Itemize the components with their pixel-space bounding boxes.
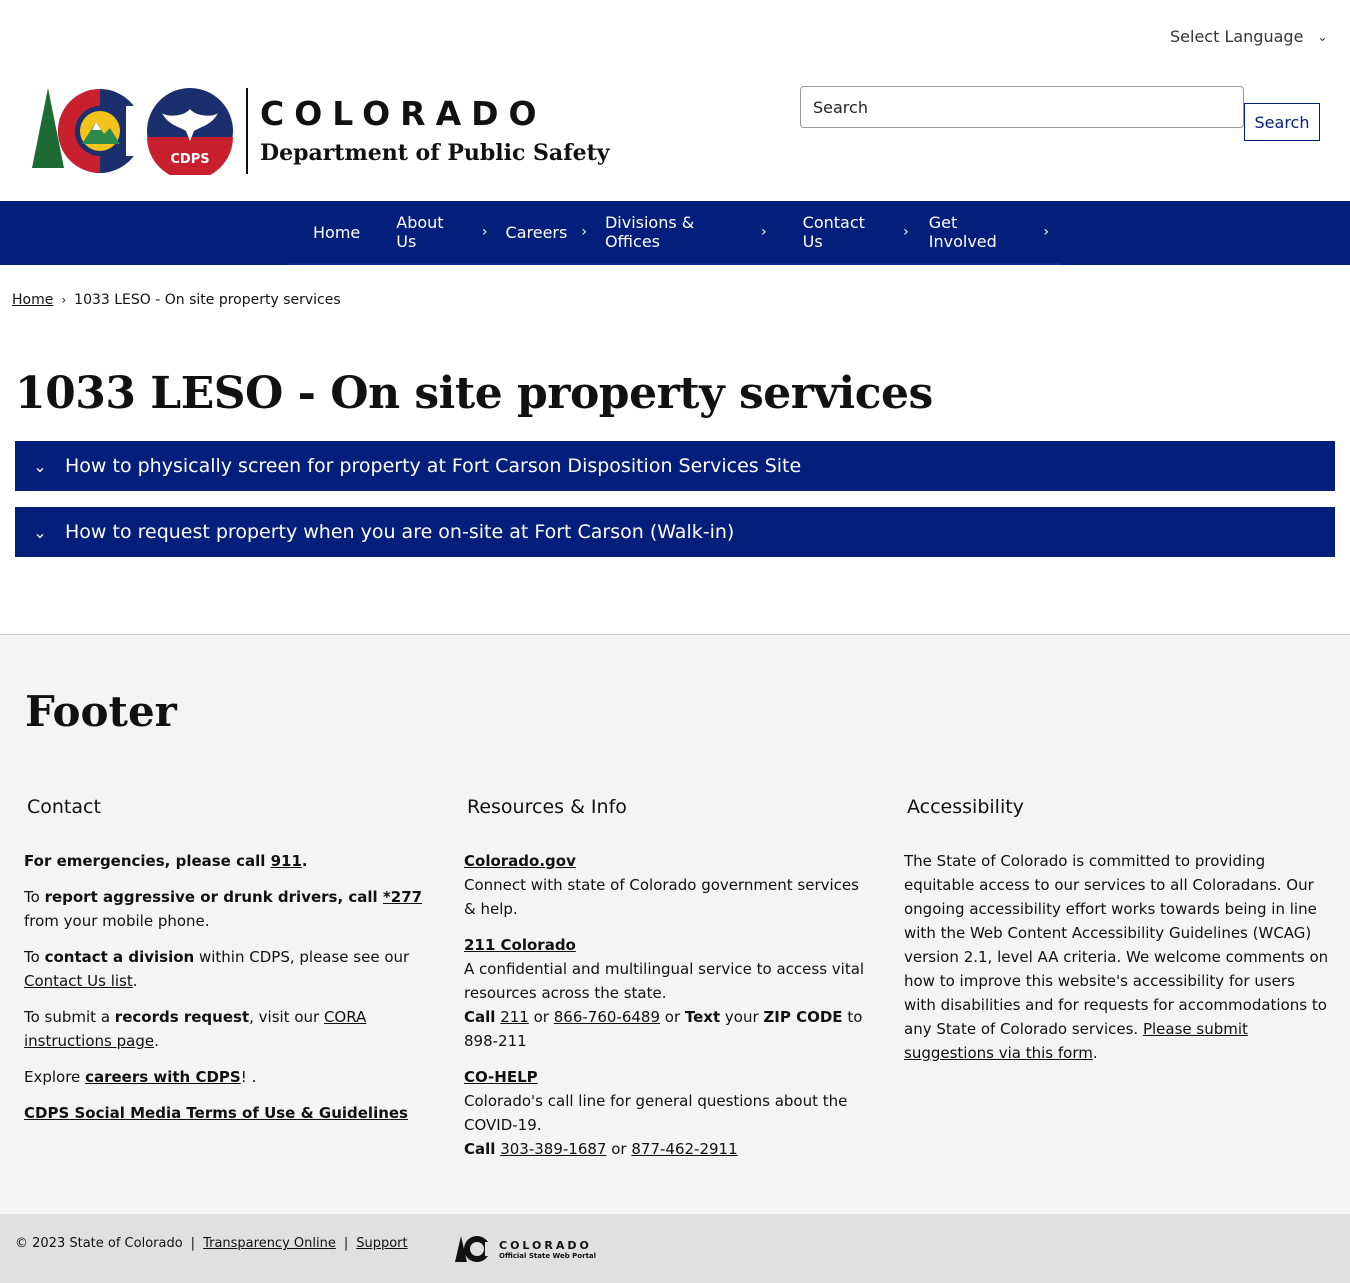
- phone-877-link[interactable]: 877-462-2911: [631, 1140, 737, 1158]
- footer-contact-column: Contact For emergencies, please call 911…: [24, 795, 444, 1137]
- resource-colorado-gov: Colorado.gov Connect with state of Color…: [464, 852, 859, 918]
- records-text: To submit a records request, visit our C…: [24, 1008, 367, 1050]
- chevron-down-icon: ⌄: [1317, 29, 1328, 44]
- resources-heading: Resources & Info: [467, 796, 627, 818]
- nav-item-get-involved[interactable]: Get Involved ›: [921, 200, 1061, 264]
- accordion-label: How to physically screen for property at…: [65, 455, 802, 477]
- portal-subtitle: Official State Web Portal: [499, 1251, 597, 1260]
- accordion-screen-property[interactable]: ⌄ How to physically screen for property …: [15, 441, 1335, 491]
- bottom-links: © 2023 State of Colorado | Transparency …: [15, 1236, 408, 1251]
- accordion-request-property[interactable]: ⌄ How to request property when you are o…: [15, 507, 1335, 557]
- site-logo[interactable]: CDPS COLORADO Department of Public Safet…: [30, 86, 610, 176]
- logo-divider: [246, 88, 248, 174]
- brand-text: COLORADO Department of Public Safety: [260, 97, 610, 166]
- chevron-right-icon: ›: [1043, 224, 1049, 240]
- link-911[interactable]: 911: [271, 852, 302, 870]
- brand-subtitle: Department of Public Safety: [260, 139, 610, 166]
- chevron-down-icon: ⌄: [33, 522, 47, 542]
- social-media-terms-link[interactable]: CDPS Social Media Terms of Use & Guideli…: [24, 1104, 408, 1122]
- accessibility-text: The State of Colorado is committed to pr…: [904, 852, 1329, 1062]
- accessibility-heading: Accessibility: [907, 796, 1024, 818]
- nav-item-home[interactable]: Home: [289, 200, 372, 264]
- chevron-right-icon: ›: [481, 224, 488, 240]
- search-button[interactable]: Search: [1244, 103, 1320, 141]
- cdps-seal-icon: CDPS: [147, 88, 233, 175]
- colorado-211-link[interactable]: 211 Colorado: [464, 936, 576, 954]
- phone-866-link[interactable]: 866-760-6489: [554, 1008, 660, 1026]
- brand-title: COLORADO: [260, 93, 547, 133]
- contact-heading: Contact: [27, 796, 101, 818]
- chevron-right-icon: ›: [61, 293, 67, 307]
- chevron-right-icon: ›: [761, 224, 767, 240]
- svg-text:CDPS: CDPS: [170, 152, 209, 167]
- emergency-text: For emergencies, please call 911.: [24, 852, 308, 870]
- careers-text: Explore careers with CDPS! .: [24, 1068, 257, 1086]
- chevron-down-icon: ⌄: [33, 456, 47, 476]
- portal-title: COLORADO: [499, 1238, 592, 1252]
- footer-accessibility-column: Accessibility The State of Colorado is c…: [904, 795, 1329, 1077]
- footer-heading: Footer: [25, 687, 177, 736]
- breadcrumb-home-link[interactable]: Home: [12, 292, 53, 308]
- language-selector[interactable]: Select Language ⌄: [1170, 27, 1327, 46]
- chevron-right-icon: ›: [903, 224, 909, 240]
- colorado-logo-icon: [32, 88, 142, 173]
- breadcrumb-current: 1033 LESO - On site property services: [74, 292, 341, 308]
- link-277[interactable]: *277: [383, 888, 422, 906]
- transparency-online-link[interactable]: Transparency Online: [203, 1236, 336, 1251]
- footer: Footer Contact For emergencies, please c…: [0, 634, 1350, 1214]
- language-label: Select Language: [1170, 27, 1304, 46]
- copyright: © 2023 State of Colorado: [15, 1236, 183, 1251]
- phone-211-link[interactable]: 211: [500, 1008, 529, 1026]
- drivers-text: To report aggressive or drunk drivers, c…: [24, 888, 423, 930]
- nav-items: Home About Us › Careers › Divisions & Offi…: [289, 201, 1061, 265]
- contact-us-list-link[interactable]: Contact Us list: [24, 972, 133, 990]
- search-input[interactable]: [800, 86, 1244, 128]
- page-title: 1033 LESO - On site property services: [15, 368, 933, 419]
- co-help-link[interactable]: CO-HELP: [464, 1068, 538, 1086]
- colorado-portal-logo[interactable]: COLORADO Official State Web Portal: [455, 1234, 596, 1264]
- main-nav: Home About Us › Careers › Divisions & Offi…: [0, 201, 1350, 265]
- support-link[interactable]: Support: [356, 1236, 407, 1251]
- colorado-gov-link[interactable]: Colorado.gov: [464, 852, 576, 870]
- nav-item-careers[interactable]: Careers ›: [500, 200, 599, 264]
- resource-211: 211 Colorado A confidential and multilin…: [464, 936, 865, 1050]
- phone-303-link[interactable]: 303-389-1687: [500, 1140, 606, 1158]
- footer-resources-column: Resources & Info Colorado.gov Connect wi…: [464, 795, 869, 1173]
- resource-co-help: CO-HELP Colorado's call line for general…: [464, 1068, 848, 1158]
- colorado-portal-icon: [455, 1236, 493, 1262]
- bottom-bar: © 2023 State of Colorado | Transparency …: [0, 1214, 1350, 1283]
- nav-item-about-us[interactable]: About Us ›: [372, 200, 499, 264]
- nav-item-divisions-offices[interactable]: Divisions & Offices ›: [599, 200, 779, 264]
- breadcrumb: Home › 1033 LESO - On site property serv…: [12, 292, 341, 308]
- nav-item-contact-us[interactable]: Contact Us ›: [779, 200, 921, 264]
- division-text: To contact a division within CDPS, pleas…: [24, 948, 410, 990]
- careers-link[interactable]: careers with CDPS: [85, 1068, 241, 1086]
- chevron-right-icon: ›: [581, 224, 587, 240]
- accordion-label: How to request property when you are on-…: [65, 521, 735, 543]
